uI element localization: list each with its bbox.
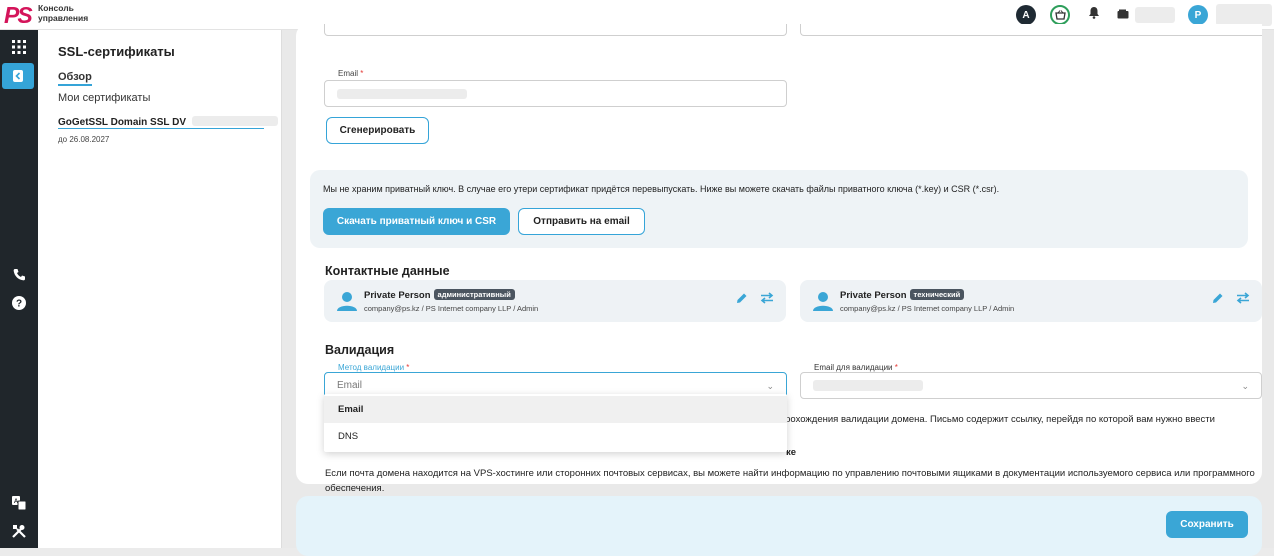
logo-caption: Консоль управления — [38, 3, 89, 23]
certificate-expiry: до 26.08.2027 — [58, 135, 110, 144]
sidebar-item-my-certificates[interactable]: Мои сертификаты — [58, 92, 150, 104]
wallet-icon[interactable] — [1117, 6, 1129, 24]
swap-icon[interactable] — [760, 291, 774, 307]
previous-field-right[interactable] — [800, 24, 1262, 36]
contact-name: Private Person технический — [840, 289, 965, 301]
contact-role-badge: административный — [433, 289, 515, 300]
user-name[interactable] — [1216, 4, 1272, 26]
sidebar-item-overview[interactable]: Обзор — [58, 71, 92, 86]
phone-icon[interactable] — [0, 268, 38, 281]
account-avatar-a[interactable]: A — [1016, 5, 1036, 25]
option-email[interactable]: Email — [324, 396, 787, 423]
svg-text:?: ? — [16, 299, 22, 310]
private-key-notice: Мы не храним приватный ключ. В случае ег… — [310, 170, 1248, 248]
email-value — [337, 88, 467, 99]
save-bar: Сохранить — [296, 496, 1262, 556]
contact-name: Private Person административный — [364, 289, 515, 301]
person-icon — [812, 290, 834, 312]
language-icon[interactable]: A — [0, 496, 38, 510]
help-icon[interactable]: ? — [0, 296, 38, 310]
edit-icon[interactable] — [1212, 292, 1224, 307]
contact-details: company@ps.kz / PS Internet company LLP … — [364, 304, 539, 313]
email-label: Email * — [338, 69, 364, 78]
certificate-card: Email * Сгенерировать Мы не храним прива… — [296, 24, 1262, 494]
tools-icon[interactable] — [0, 524, 38, 538]
svg-text:A: A — [14, 499, 19, 505]
chevron-down-icon: ⌄ — [1241, 381, 1249, 391]
validation-method-label: Метод валидации * — [336, 363, 412, 372]
save-button[interactable]: Сохранить — [1166, 511, 1248, 538]
collapse-sidebar-icon[interactable] — [2, 63, 34, 89]
person-icon — [336, 290, 358, 312]
swap-icon[interactable] — [1236, 291, 1250, 307]
edit-icon[interactable] — [736, 292, 748, 307]
validation-method-dropdown: Email DNS — [324, 394, 787, 452]
cart-icon[interactable] — [1050, 5, 1070, 25]
bell-icon[interactable] — [1088, 6, 1100, 24]
certificate-domain — [191, 116, 278, 126]
validation-info-link[interactable]: ке — [786, 445, 796, 460]
apps-grid-icon[interactable] — [0, 40, 38, 54]
private-key-notice-text: Мы не храним приватный ключ. В случае ег… — [323, 184, 1000, 194]
sidebar: SSL-сертификаты Обзор Мои сертификаты Go… — [38, 30, 282, 548]
certificate-name[interactable]: GoGetSSL Domain SSL DV — [58, 116, 278, 128]
validation-email-label: Email для валидации * — [812, 363, 900, 372]
validation-email-value — [813, 380, 923, 391]
contact-details: company@ps.kz / PS Internet company LLP … — [840, 304, 1015, 313]
validation-info-text: прохождения валидации домена. Письмо сод… — [780, 414, 1215, 425]
user-avatar[interactable]: P — [1188, 5, 1208, 25]
previous-field[interactable] — [324, 24, 787, 36]
certificate-underline — [58, 128, 264, 129]
validation-title: Валидация — [325, 343, 395, 357]
send-email-button[interactable]: Отправить на email — [518, 208, 645, 235]
balance-value — [1135, 7, 1175, 23]
left-rail: ? A — [0, 30, 38, 548]
contact-card-admin: Private Person административный company@p… — [324, 280, 786, 322]
download-key-csr-button[interactable]: Скачать приватный ключ и CSR — [323, 208, 510, 235]
contact-role-badge: технический — [909, 289, 965, 300]
generate-button[interactable]: Сгенерировать — [326, 117, 429, 144]
validation-vps-text: Если почта домена находится на VPS-хости… — [325, 468, 1255, 494]
validation-email-select[interactable]: ⌄ — [800, 372, 1262, 399]
ps-logo[interactable]: PS — [4, 2, 33, 29]
email-field[interactable] — [324, 80, 787, 107]
contacts-title: Контактные данные — [325, 264, 450, 278]
option-dns[interactable]: DNS — [324, 423, 787, 450]
contact-card-tech: Private Person технический company@ps.kz … — [800, 280, 1262, 322]
chevron-down-icon: ⌄ — [766, 381, 774, 391]
sidebar-title: SSL-сертификаты — [58, 44, 175, 59]
main-content: Email * Сгенерировать Мы не храним прива… — [282, 24, 1274, 556]
